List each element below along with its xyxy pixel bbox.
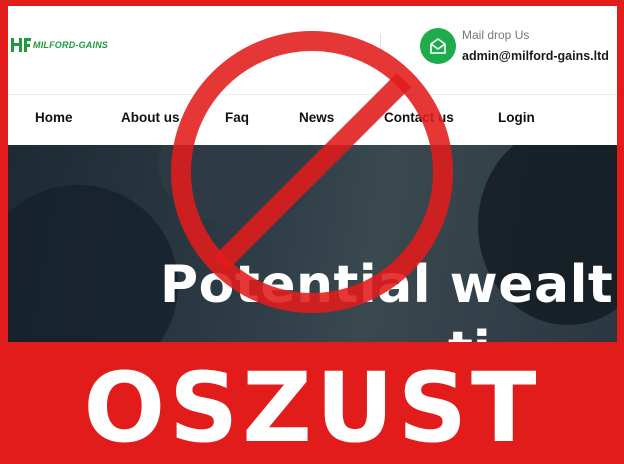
hero-background-shape (158, 145, 318, 225)
nav-home[interactable]: Home (35, 110, 73, 125)
mail-icon (420, 28, 456, 64)
hero-title-line-2: ti (448, 321, 491, 342)
nav-contact-us[interactable]: Contact us (384, 110, 454, 125)
warning-banner: OSZUST (0, 342, 624, 464)
logo-text: MILFORD-GAINS (33, 40, 109, 50)
website-screenshot: MILFORD-GAINS Mail drop Us admin@milford… (8, 6, 617, 342)
hero-title: Potential wealt (160, 255, 614, 315)
logo[interactable]: MILFORD-GAINS (10, 36, 108, 54)
header-divider (380, 34, 381, 72)
main-nav: Home About us Faq News Contact us Login (8, 94, 617, 145)
logo-mark-icon (11, 38, 31, 52)
nav-faq[interactable]: Faq (225, 110, 249, 125)
hero-section: Potential wealt ti (8, 145, 617, 342)
mail-address[interactable]: admin@milford-gains.ltd (462, 49, 609, 63)
nav-about-us[interactable]: About us (121, 110, 180, 125)
warning-banner-text: OSZUST (83, 352, 541, 464)
nav-news[interactable]: News (299, 110, 334, 125)
site-header: MILFORD-GAINS Mail drop Us admin@milford… (8, 6, 617, 88)
mail-label: Mail drop Us (462, 28, 530, 42)
nav-login[interactable]: Login (498, 110, 535, 125)
hero-background-shape (8, 185, 178, 342)
